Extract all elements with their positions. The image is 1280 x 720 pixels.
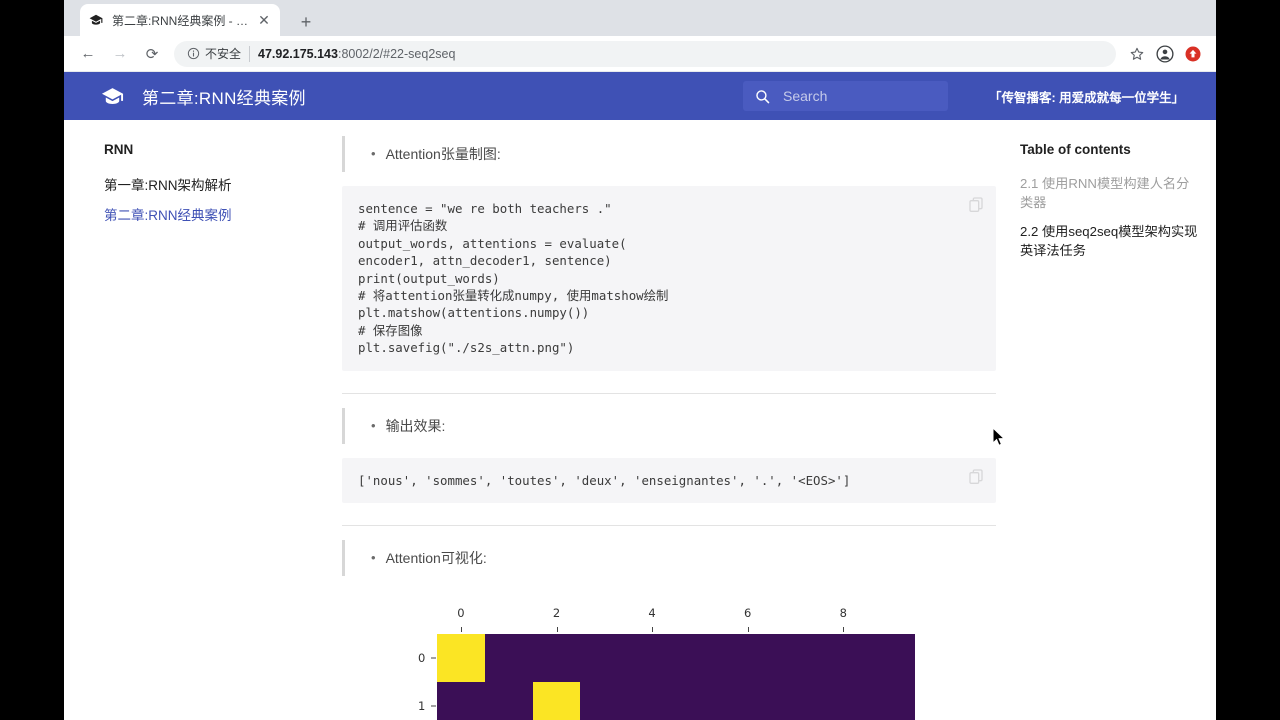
search-input[interactable] [783,88,938,104]
url-path: :8002/2/#22-seq2seq [337,46,456,61]
copy-icon[interactable] [968,468,984,484]
section-heading-text: 输出效果: [385,417,446,434]
omnibox-divider [249,45,251,62]
x-axis-tick-mark [460,627,462,633]
browser-tab[interactable]: 第二章:RNN经典案例 - RNN ✕ [80,4,280,36]
x-axis-tick-mark [843,627,845,633]
tab-strip: 第二章:RNN经典案例 - RNN ✕ + [64,0,1216,36]
header-tagline: 「传智播客: 用爱成就每一位学生」 [989,90,1185,105]
copy-icon[interactable] [968,196,984,212]
bullet-marker: • [371,417,376,433]
search-icon [753,87,771,105]
y-axis-tick-mark [431,705,436,707]
browser-toolbar: ← → ⟳ 不安全 47.92.175.143:8002/2/#22-seq2s… [64,36,1216,72]
heatmap-plot-area [437,634,915,720]
site-header: 第二章:RNN经典案例 「传智播客: 用爱成就每一位学生」 [64,72,1216,120]
close-icon[interactable]: ✕ [256,12,272,28]
bullet-marker: • [371,146,376,161]
section-heading-output: • 输出效果: [342,407,996,444]
security-label: 不安全 [205,47,242,61]
search-box[interactable] [743,81,948,111]
heatmap-cell [437,634,485,682]
graduation-cap-icon [100,84,124,108]
update-icon[interactable] [1180,41,1206,67]
forward-icon[interactable]: → [106,40,134,68]
url-text: 47.92.175.143:8002/2/#22-seq2seq [258,47,455,61]
section-heading-text: Attention张量制图: [385,146,501,162]
page-viewport: 第二章:RNN经典案例 「传智播客: 用爱成就每一位学生」 RNN 第一章:RN… [64,72,1216,720]
graduation-cap-icon [88,12,104,28]
x-axis-tick-label: 0 [457,606,465,621]
main-content: • Attention张量制图: sentence = "we re both … [342,120,996,720]
section-heading-text: Attention可视化: [385,550,487,567]
star-icon[interactable] [1124,41,1150,67]
x-axis-tick-label: 4 [648,606,656,621]
bullet-marker: • [371,550,376,566]
new-tab-button[interactable]: + [292,8,320,36]
page-title: 第二章:RNN经典案例 [142,88,306,108]
divider [342,525,996,527]
left-sidebar: RNN 第一章:RNN架构解析 第二章:RNN经典案例 [64,120,342,720]
x-axis-tick-label: 8 [839,606,847,621]
sidebar-item-chapter2[interactable]: 第二章:RNN经典案例 [104,201,318,231]
divider [342,392,996,394]
table-of-contents: Table of contents 2.1 使用RNN模型构建人名分类器 2.2… [996,120,1216,720]
code-text: ['nous', 'sommes', 'toutes', 'deux', 'en… [358,472,851,488]
toc-heading: Table of contents [1020,142,1131,157]
code-block-attention-plot[interactable]: sentence = "we re both teachers ." # 调用评… [342,186,996,371]
content-wrap: RNN 第一章:RNN架构解析 第二章:RNN经典案例 • Attention张… [64,120,1216,720]
tab-title: 第二章:RNN经典案例 - RNN [112,13,252,28]
code-text: sentence = "we re both teachers ." # 调用评… [358,201,669,356]
x-axis-tick-label: 2 [552,606,561,621]
y-axis-tick-mark [431,657,436,659]
toc-item-2-1[interactable]: 2.1 使用RNN模型构建人名分类器 [1020,169,1198,217]
y-axis-tick-label: 0 [418,650,426,665]
x-axis-tick-mark [747,627,749,633]
toc-item-2-2[interactable]: 2.2 使用seq2seq模型架构实现英译法任务 [1020,217,1198,265]
reload-icon[interactable]: ⟳ [138,40,166,68]
y-axis-tick-label: 1 [418,698,426,713]
url-host: 47.92.175.143 [258,46,338,61]
x-axis-tick-mark [556,627,558,633]
x-axis-tick-mark [652,627,654,633]
sidebar-item-chapter1[interactable]: 第一章:RNN架构解析 [104,171,318,201]
back-icon[interactable]: ← [74,40,102,68]
address-bar[interactable]: 不安全 47.92.175.143:8002/2/#22-seq2seq [174,40,1116,67]
heatmap-cell [532,681,581,720]
x-axis-tick-label: 6 [744,606,752,621]
info-circle-icon[interactable] [186,47,200,61]
code-block-output[interactable]: ['nous', 'sommes', 'toutes', 'deux', 'en… [342,457,996,504]
profile-avatar-icon[interactable] [1152,41,1178,67]
attention-heatmap-figure: 0 2 4 6 8 0 1 [342,602,996,720]
section-heading-attention-plot: • Attention张量制图: [342,136,996,172]
sidebar-heading: RNN [104,142,134,157]
browser-window: 第二章:RNN经典案例 - RNN ✕ + ← → ⟳ 不安全 47.92.17… [64,0,1216,720]
section-heading-visualization: • Attention可视化: [342,540,996,577]
